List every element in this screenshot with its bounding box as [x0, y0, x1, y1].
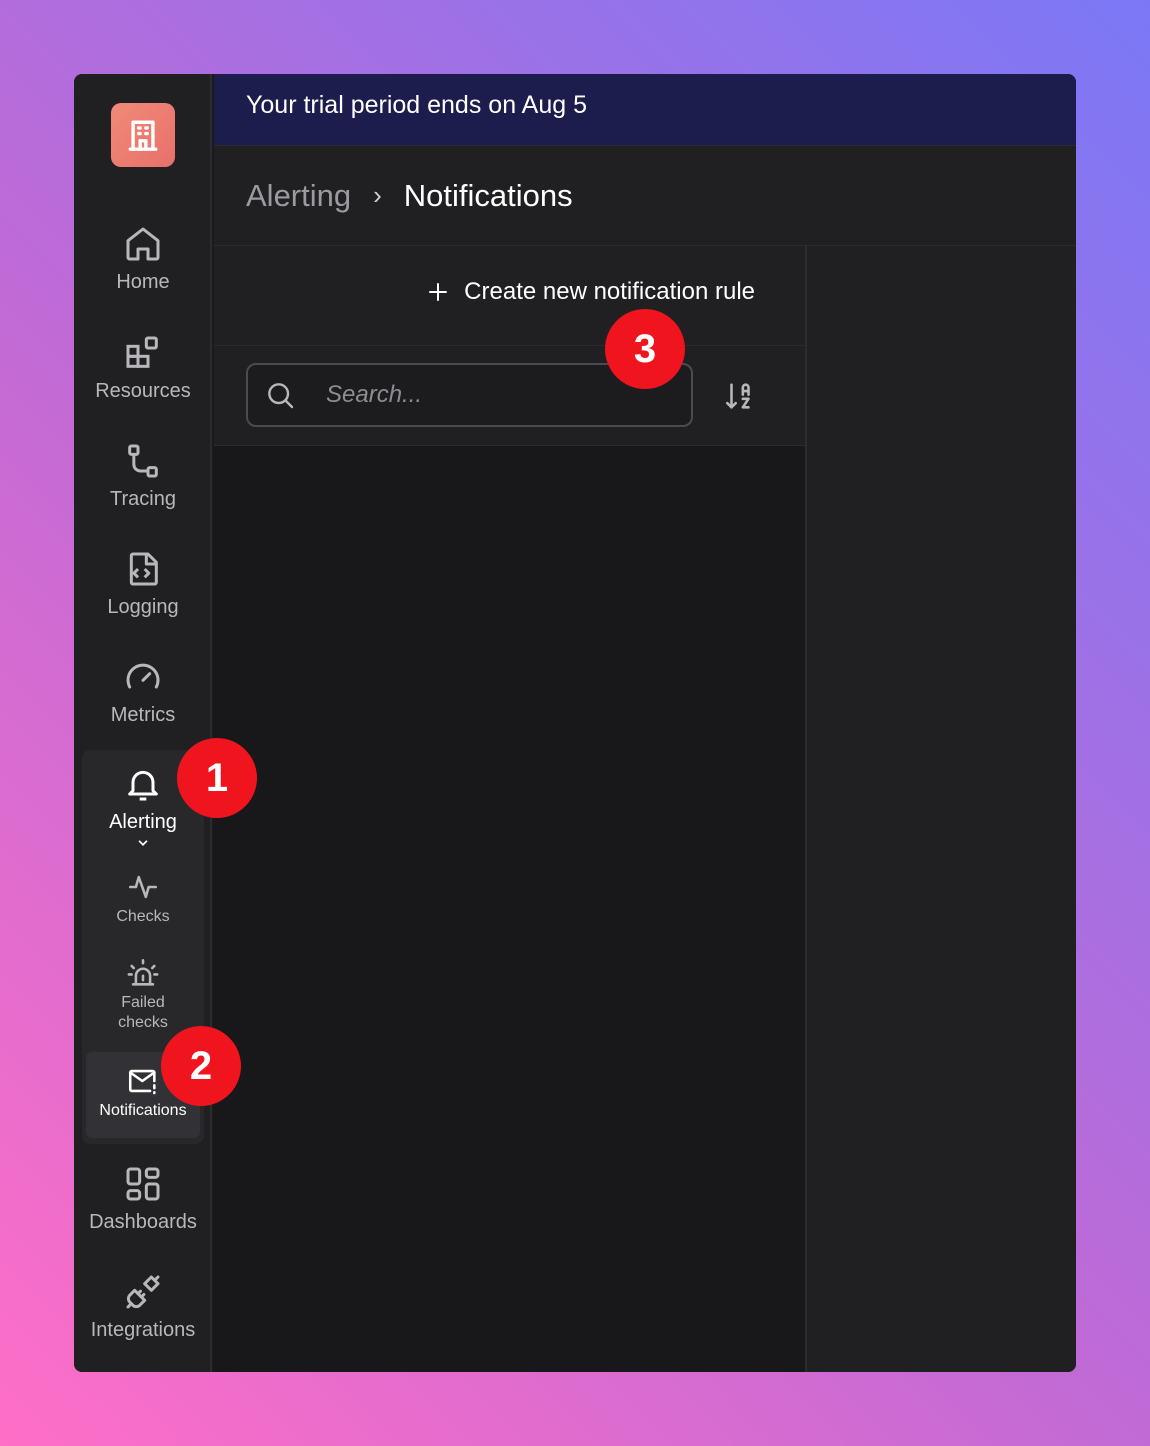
search-row: [214, 346, 805, 446]
sidebar-item-label: Integrations: [90, 1319, 196, 1341]
sidebar-item-label: Metrics: [110, 704, 176, 726]
sort-a-z-icon: [725, 383, 750, 409]
annotation-badge-3: 3: [605, 309, 685, 389]
create-row: Create new notification rule: [214, 246, 805, 346]
app-logo[interactable]: [111, 103, 175, 167]
gauge-icon: [126, 663, 160, 689]
annotation-badge-1: 1: [177, 738, 257, 818]
create-notification-rule-button[interactable]: Create new notification rule: [426, 278, 755, 306]
building-icon: [128, 120, 158, 151]
breadcrumb-parent[interactable]: Alerting: [246, 178, 351, 214]
plug-icon: [126, 1275, 160, 1309]
sidebar-item-tracing[interactable]: Tracing: [74, 441, 212, 541]
sidebar-item-label: Dashboards: [89, 1211, 197, 1233]
sidebar-subitem-checks[interactable]: Checks: [82, 870, 204, 927]
breadcrumb: Alerting › Notifications: [214, 145, 1076, 246]
sidebar-subitem-failed-checks[interactable]: Failed checks: [82, 956, 204, 1033]
home-icon: [126, 227, 160, 261]
sidebar-subitem-label: Checks: [116, 908, 170, 925]
create-notification-rule-label: Create new notification rule: [464, 278, 755, 305]
sidebar: Home Resources Tracing Logging Metrics A…: [74, 74, 212, 1372]
detail-panel: [807, 246, 1076, 1372]
sidebar-item-label: Tracing: [110, 488, 176, 510]
sidebar-item-metrics[interactable]: Metrics: [74, 657, 212, 757]
search-input[interactable]: [326, 381, 656, 409]
sort-button[interactable]: [720, 378, 760, 414]
app-window: Home Resources Tracing Logging Metrics A…: [74, 74, 1076, 1372]
sidebar-item-logging[interactable]: Logging: [74, 549, 212, 649]
search-icon: [268, 383, 294, 409]
sidebar-item-label: Alerting: [109, 811, 177, 833]
annotation-badge-2: 2: [161, 1026, 241, 1106]
mail-alert-icon: [128, 1069, 156, 1095]
bell-icon: [128, 770, 158, 801]
resources-icon: [126, 336, 158, 368]
logging-icon: [129, 552, 158, 586]
page-title: Notifications: [403, 177, 573, 213]
sidebar-subitem-label: Failed checks: [118, 994, 168, 1031]
chevron-down-icon[interactable]: [136, 836, 150, 850]
plus-icon: [429, 283, 448, 301]
trial-banner-text: Your trial period ends on Aug 5: [246, 91, 587, 119]
sidebar-item-dashboards[interactable]: Dashboards: [74, 1164, 212, 1264]
sidebar-item-home[interactable]: Home: [74, 224, 212, 324]
sidebar-item-label: Home: [116, 271, 170, 293]
breadcrumb-separator: ›: [373, 180, 382, 210]
sidebar-item-integrations[interactable]: Integrations: [74, 1272, 212, 1372]
tracing-icon: [128, 444, 158, 478]
siren-icon: [127, 958, 159, 986]
activity-icon: [128, 875, 158, 899]
dashboards-icon: [126, 1167, 160, 1201]
sidebar-subitem-label: Notifications: [99, 1102, 187, 1119]
sidebar-item-resources[interactable]: Resources: [74, 333, 212, 433]
sidebar-item-label: Logging: [107, 596, 179, 618]
notification-rules-panel: Create new notification rule: [214, 246, 807, 1372]
trial-banner: Your trial period ends on Aug 5: [214, 74, 1076, 145]
sidebar-item-label: Resources: [95, 380, 191, 402]
